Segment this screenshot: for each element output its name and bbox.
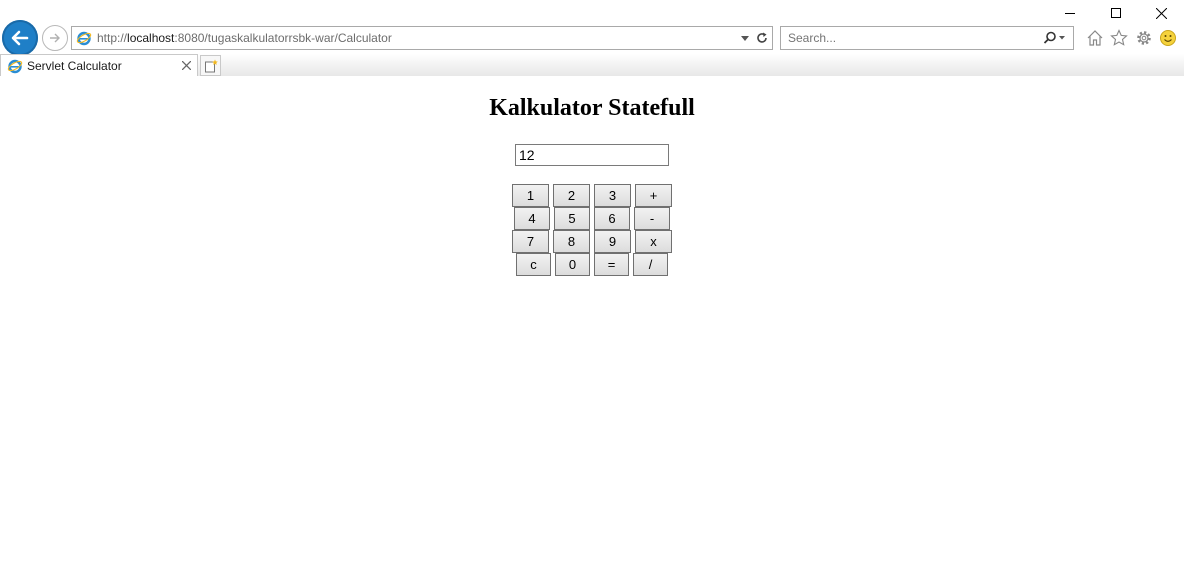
key-divide-button[interactable]: / [633, 253, 668, 276]
back-arrow-icon [11, 30, 29, 46]
address-dropdown-button[interactable] [738, 27, 752, 49]
key-4-button[interactable]: 4 [514, 207, 550, 230]
key-9-button[interactable]: 9 [594, 230, 631, 253]
refresh-button[interactable] [752, 27, 772, 49]
key-equals-button[interactable]: = [594, 253, 629, 276]
settings-gear-icon [1137, 31, 1151, 45]
search-button[interactable] [1037, 27, 1073, 49]
calculator-display-input[interactable] [515, 144, 669, 166]
key-6-button[interactable]: 6 [594, 207, 630, 230]
tab-strip: Servlet Calculator [0, 54, 1184, 76]
new-tab-icon [204, 59, 218, 72]
favorites-button[interactable] [1109, 28, 1129, 48]
back-button[interactable] [2, 20, 38, 56]
settings-button[interactable] [1134, 28, 1154, 48]
favorites-star-icon [1110, 29, 1128, 46]
close-icon [181, 61, 191, 70]
search-icon [1043, 31, 1065, 44]
keypad-row: 7 8 9 x [0, 230, 1184, 253]
home-button[interactable] [1085, 28, 1105, 48]
key-5-button[interactable]: 5 [554, 207, 590, 230]
search-input[interactable] [788, 31, 1037, 45]
tab-close-button[interactable] [177, 57, 195, 75]
page-content: Kalkulator Statefull 1 2 3 + 4 5 6 - 7 8… [0, 76, 1184, 575]
forward-arrow-icon [50, 33, 60, 43]
window-close-icon [1155, 7, 1167, 19]
minimize-icon [1065, 13, 1075, 14]
keypad-row: 1 2 3 + [0, 184, 1184, 207]
key-2-button[interactable]: 2 [553, 184, 590, 207]
ie-logo-icon [7, 59, 23, 73]
page-title: Kalkulator Statefull [489, 95, 695, 121]
key-clear-button[interactable]: c [516, 253, 551, 276]
smiley-feedback-icon [1160, 30, 1176, 46]
forward-button[interactable] [42, 25, 68, 51]
tab-servlet-calculator[interactable]: Servlet Calculator [0, 54, 198, 76]
key-0-button[interactable]: 0 [555, 253, 590, 276]
key-7-button[interactable]: 7 [512, 230, 549, 253]
key-multiply-button[interactable]: x [635, 230, 672, 253]
maximize-icon [1111, 8, 1121, 18]
search-box [780, 26, 1074, 50]
tab-title: Servlet Calculator [27, 58, 122, 73]
refresh-icon [757, 32, 767, 43]
dropdown-icon [741, 35, 749, 41]
new-tab-button[interactable] [200, 55, 221, 76]
key-8-button[interactable]: 8 [553, 230, 590, 253]
key-minus-button[interactable]: - [634, 207, 670, 230]
calculator-keypad: 1 2 3 + 4 5 6 - 7 8 9 x c 0 = / [0, 184, 1184, 276]
key-1-button[interactable]: 1 [512, 184, 549, 207]
navigation-bar: http://localhost:8080/tugaskalkulatorrsb… [0, 20, 1184, 56]
key-3-button[interactable]: 3 [594, 184, 631, 207]
home-icon [1087, 30, 1103, 46]
address-bar[interactable]: http://localhost:8080/tugaskalkulatorrsb… [71, 26, 773, 50]
keypad-row: 4 5 6 - [0, 207, 1184, 230]
ie-logo-icon [76, 31, 92, 46]
feedback-button[interactable] [1158, 28, 1178, 48]
address-url: http://localhost:8080/tugaskalkulatorrsb… [97, 31, 392, 45]
key-plus-button[interactable]: + [635, 184, 672, 207]
keypad-row: c 0 = / [0, 253, 1184, 276]
